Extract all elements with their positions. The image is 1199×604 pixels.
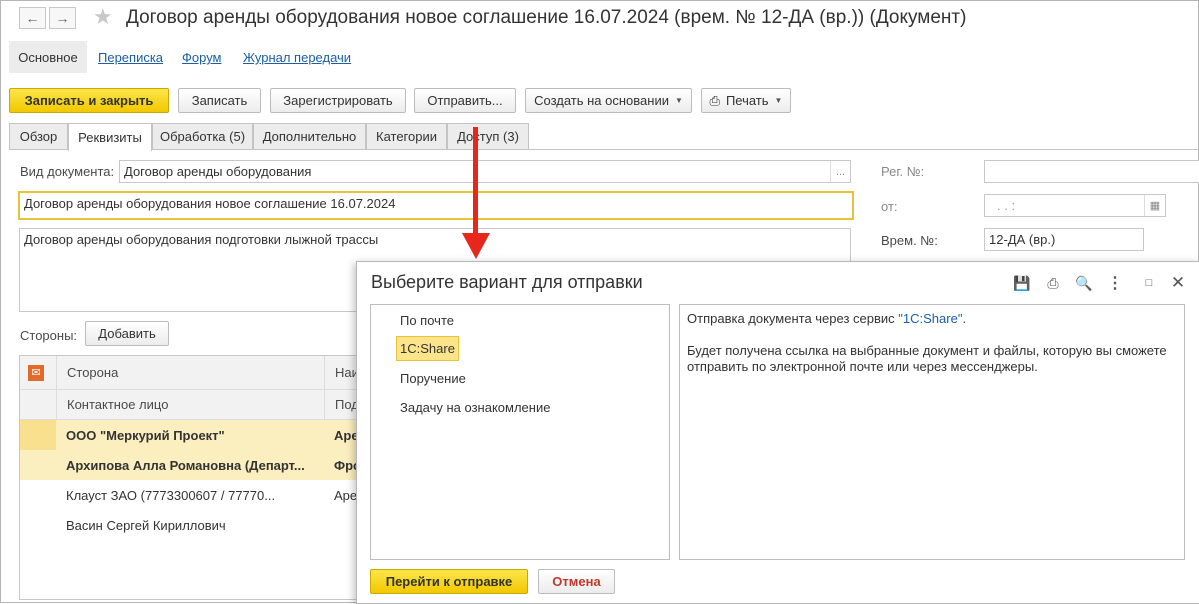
option-review-task[interactable]: Задачу на ознакомление (400, 400, 550, 415)
send-options-dialog: Выберите вариант для отправки 💾 ⎙ 🔍 ⋮ □ … (356, 261, 1199, 604)
doc-type-label: Вид документа: (20, 164, 115, 179)
section-correspondence-link[interactable]: Переписка (98, 50, 163, 65)
doc-type-select-button[interactable]: ... (830, 161, 850, 182)
annotation-arrow-line (473, 127, 478, 235)
parties-label: Стороны: (20, 328, 78, 343)
arrow-left-icon: ← (25, 10, 40, 26)
table-row[interactable]: Клауст ЗАО (7773300607 / 77770... (56, 480, 324, 510)
table-cell[interactable]: Аре (324, 480, 360, 510)
back-button[interactable]: ← (19, 7, 46, 29)
tab-additional[interactable]: Дополнительно (253, 123, 366, 149)
send-options-list: По почте 1С:Share Поручение Задачу на оз… (370, 304, 670, 560)
doc-type-field[interactable]: Договор аренды оборудования (119, 160, 851, 183)
doc-type-value: Договор аренды оборудования (124, 164, 312, 179)
from-date-field[interactable]: . . : (984, 194, 1166, 217)
envelope-icon[interactable]: ✉ (28, 364, 44, 381)
table-cell[interactable]: Фро (324, 450, 360, 480)
temp-no-value: 12-ДА (вр.) (989, 232, 1056, 247)
option-assignment[interactable]: Поручение (400, 371, 466, 386)
from-date-label: от: (881, 199, 898, 214)
print-button[interactable]: ⎙ Печать ▼ (701, 88, 791, 113)
row-marker (20, 450, 56, 480)
maximize-icon[interactable]: □ (1138, 272, 1160, 294)
go-to-send-button[interactable]: Перейти к отправке (370, 569, 528, 594)
description-line: Отправка документа через сервис "1С:Shar… (687, 311, 1177, 327)
window-title: Договор аренды оборудования новое соглаш… (126, 7, 967, 28)
subject-value: Договор аренды оборудования новое соглаш… (24, 196, 396, 211)
description-body: Будет получена ссылка на выбранные докум… (687, 343, 1167, 374)
forward-button[interactable]: → (49, 7, 76, 29)
row-marker (20, 420, 56, 450)
subject-field[interactable]: Договор аренды оборудования новое соглаш… (18, 191, 854, 220)
calendar-icon[interactable]: ▦ (1144, 195, 1165, 216)
create-based-on-label: Создать на основании (534, 93, 669, 108)
temp-no-label: Врем. №: (881, 233, 938, 248)
save-button[interactable]: Записать (178, 88, 261, 113)
save-and-close-button[interactable]: Записать и закрыть (9, 88, 169, 113)
print-icon[interactable]: ⎙ (1042, 272, 1064, 294)
option-1c-share[interactable]: 1С:Share (396, 336, 459, 361)
register-button[interactable]: Зарегистрировать (270, 88, 406, 113)
more-menu-icon[interactable]: ⋮ (1104, 272, 1126, 294)
tab-requisites[interactable]: Реквизиты (68, 123, 152, 151)
party-column-header[interactable]: Сторона (56, 356, 324, 390)
tab-divider (9, 149, 1199, 150)
section-forum-link[interactable]: Форум (182, 50, 222, 65)
from-date-value: . . : (997, 198, 1016, 213)
cancel-button[interactable]: Отмена (538, 569, 615, 594)
add-party-button[interactable]: Добавить (85, 321, 169, 346)
close-icon[interactable]: ✕ (1167, 272, 1189, 294)
favorite-star-icon[interactable]: ★ (93, 4, 113, 30)
1c-share-link[interactable]: "1С:Share" (898, 311, 962, 326)
table-row[interactable]: ООО "Меркурий Проект" (56, 420, 324, 450)
parties-table: ✉ Сторона Наи Контактное лицо Под ООО "М… (19, 355, 360, 600)
table-cell[interactable]: Аре (324, 420, 360, 450)
tab-processing[interactable]: Обработка (5) (152, 123, 253, 149)
send-button[interactable]: Отправить... (414, 88, 516, 113)
annotation-arrow-head-icon (462, 233, 490, 259)
preview-icon[interactable]: 🔍 (1073, 272, 1095, 294)
print-label: Печать (725, 93, 769, 108)
name-column-header[interactable]: Наи (324, 356, 360, 390)
description-suffix: . (962, 311, 967, 326)
reg-no-label: Рег. №: (881, 164, 925, 179)
tab-categories[interactable]: Категории (366, 123, 447, 149)
tab-overview[interactable]: Обзор (9, 123, 68, 149)
table-subheader-spacer (20, 390, 56, 420)
tab-access[interactable]: Доступ (3) (447, 123, 529, 149)
printer-icon: ⎙ (709, 92, 720, 108)
dialog-title: Выберите вариант для отправки (371, 272, 643, 292)
create-based-on-button[interactable]: Создать на основании ▼ (525, 88, 692, 113)
arrow-right-icon: → (55, 10, 70, 26)
table-select-header: ✉ (20, 356, 56, 390)
description-prefix: Отправка документа через сервис (687, 311, 899, 326)
save-icon[interactable]: 💾 (1011, 272, 1033, 294)
table-row[interactable]: Васин Сергей Кириллович (56, 510, 324, 540)
section-main[interactable]: Основное (9, 41, 87, 73)
summary-value: Договор аренды оборудования подготовки л… (24, 232, 379, 247)
contact-column-header[interactable]: Контактное лицо (56, 390, 324, 420)
reg-no-field[interactable] (984, 160, 1199, 183)
option-by-mail[interactable]: По почте (400, 313, 454, 328)
sub-column-header[interactable]: Под (324, 390, 360, 420)
section-transfer-log-link[interactable]: Журнал передачи (243, 50, 351, 65)
document-window: ← → ★ Договор аренды оборудования новое … (0, 0, 1199, 604)
option-description: Отправка документа через сервис "1С:Shar… (679, 304, 1185, 560)
dropdown-caret-icon: ▼ (774, 96, 783, 105)
temp-no-field[interactable]: 12-ДА (вр.) (984, 228, 1144, 251)
table-row[interactable]: Архипова Алла Романовна (Департ... (56, 450, 324, 480)
dropdown-caret-icon: ▼ (674, 96, 683, 105)
table-cell[interactable] (324, 510, 360, 540)
